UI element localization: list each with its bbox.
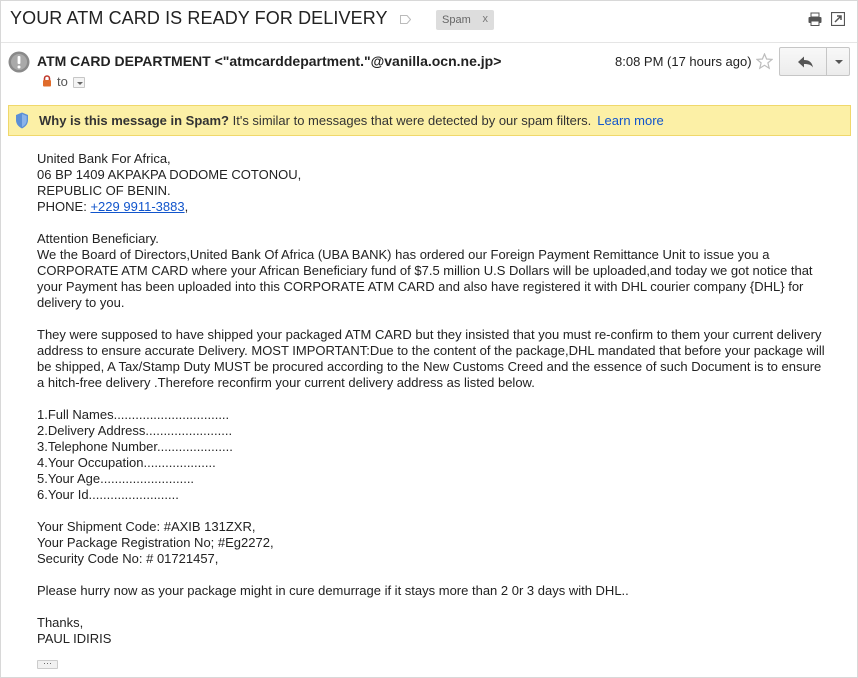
email-subject: YOUR ATM CARD IS READY FOR DELIVERY [10, 8, 388, 28]
text-line: address to ensure accurate Delivery. MOS… [37, 343, 825, 358]
spam-banner-question: Why is this message in Spam? [39, 113, 229, 128]
bank-address-block: United Bank For Africa, 06 BP 1409 AKPAK… [37, 151, 837, 215]
phone-line: PHONE: +229 9911-3883, [37, 199, 837, 215]
code-line: Security Code No: # 01721457, [37, 551, 219, 566]
text-line: be shipped, A Tax/Stamp Duty MUST be pro… [37, 359, 822, 374]
signature: Thanks, PAUL IDIRIS [37, 615, 837, 647]
spam-banner-text: Why is this message in Spam? It's simila… [39, 113, 664, 128]
form-line: 5.Your Age.......................... [37, 471, 195, 486]
text-line: a hitch-free delivery .Therefore reconfi… [37, 375, 535, 390]
request-form-list: 1.Full Names............................… [37, 407, 837, 503]
remove-label-button[interactable]: x [483, 13, 489, 25]
paragraph-intro: Attention Beneficiary. We the Board of D… [37, 231, 837, 311]
recipient-label: to [57, 74, 68, 89]
reply-arrow-icon [798, 56, 813, 68]
lock-icon [43, 75, 51, 87]
subject-row: YOUR ATM CARD IS READY FOR DELIVERY Spam… [0, 0, 858, 42]
learn-more-link[interactable]: Learn more [597, 113, 663, 128]
address-line: United Bank For Africa, [37, 151, 171, 166]
shipment-codes: Your Shipment Code: #AXIB 131ZXR, Your P… [37, 519, 837, 567]
open-in-new-window-icon[interactable] [831, 12, 845, 26]
hurry-paragraph: Please hurry now as your package might i… [37, 583, 837, 599]
spam-label-text: Spam [442, 14, 471, 26]
message-time: 8:08 PM (17 hours ago) [615, 54, 752, 69]
text-line: Please hurry now as your package might i… [37, 583, 629, 598]
text-line: your Payment has been uploaded into this… [37, 279, 804, 294]
show-trimmed-content-button[interactable]: ··· [37, 659, 58, 669]
closing-line: Thanks, [37, 615, 84, 630]
form-line: 2.Delivery Address......................… [37, 423, 233, 438]
form-line: 3.Telephone Number..................... [37, 439, 233, 454]
code-line: Your Shipment Code: #AXIB 131ZXR, [37, 519, 256, 534]
spam-explanation-banner: Why is this message in Spam? It's simila… [8, 105, 851, 136]
more-actions-button[interactable] [826, 47, 850, 76]
shield-icon [16, 112, 28, 129]
address-line: 06 BP 1409 AKPAKPA DODOME COTONOU, [37, 167, 302, 182]
show-details-dropdown[interactable] [73, 77, 85, 88]
header-divider [1, 42, 857, 43]
spam-warning-avatar-icon [8, 51, 30, 73]
print-icon[interactable] [808, 12, 822, 26]
label-tag-icon[interactable] [400, 14, 411, 25]
text-line: We the Board of Directors,United Bank Of… [37, 247, 770, 262]
text-line: delivery to you. [37, 295, 125, 310]
paragraph-shipping: They were supposed to have shipped your … [37, 327, 837, 391]
text-line: They were supposed to have shipped your … [37, 327, 822, 342]
form-line: 1.Full Names............................… [37, 407, 230, 422]
text-line: Attention Beneficiary. [37, 231, 159, 246]
message-body: United Bank For Africa, 06 BP 1409 AKPAK… [37, 151, 837, 663]
reply-button[interactable] [779, 47, 827, 76]
phone-suffix: , [184, 199, 189, 214]
signature-name: PAUL IDIRIS [37, 631, 112, 646]
address-line: REPUBLIC OF BENIN. [37, 183, 171, 198]
spam-banner-explanation: It's similar to messages that were detec… [229, 113, 592, 128]
form-line: 6.Your Id......................... [37, 487, 179, 502]
phone-label: PHONE: [37, 199, 91, 214]
code-line: Your Package Registration No; #Eg2272, [37, 535, 274, 550]
star-icon[interactable] [756, 53, 773, 70]
phone-link[interactable]: +229 9911-3883 [90, 199, 184, 214]
text-line: CORPORATE ATM CARD where your African Be… [37, 263, 813, 278]
sender-name[interactable]: ATM CARD DEPARTMENT <"atmcarddepartment.… [37, 53, 501, 69]
form-line: 4.Your Occupation.................... [37, 455, 216, 470]
spam-label-chip[interactable]: Spam x [436, 10, 494, 30]
